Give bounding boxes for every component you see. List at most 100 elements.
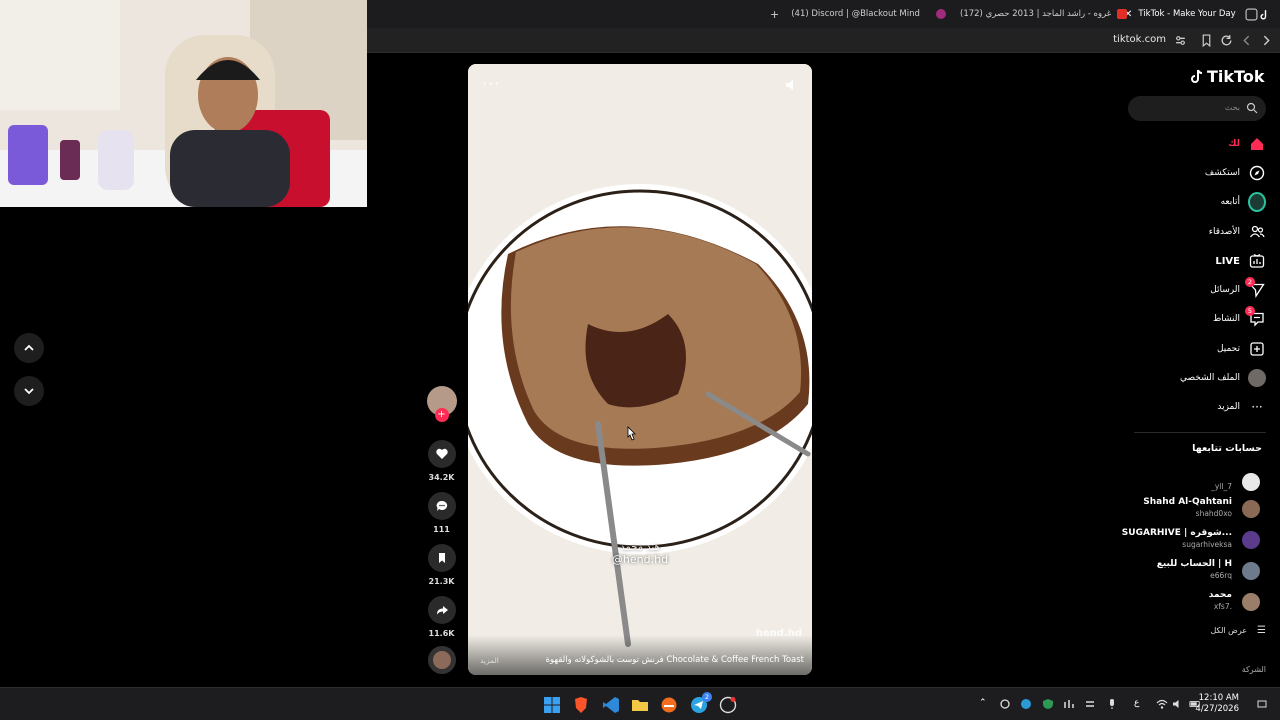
bookmark-save-icon bbox=[438, 553, 445, 563]
like-action[interactable]: 34.2K bbox=[425, 440, 458, 482]
tab-tiktok[interactable]: ✕ TikTok - Make Your Day bbox=[1124, 4, 1236, 24]
sidebar-item-activity[interactable]: النشاط 5 bbox=[1120, 306, 1266, 330]
sidebar-item-for-you[interactable]: لك bbox=[1120, 133, 1266, 155]
brave-browser-icon[interactable] bbox=[572, 696, 590, 714]
comment-icon bbox=[436, 500, 447, 511]
tab-discord[interactable]: + (41) Discord | @Blackout Mind bbox=[770, 4, 920, 24]
youtube-favicon-icon bbox=[1117, 9, 1128, 19]
sidebar-item-upload[interactable]: تحميل bbox=[1120, 338, 1266, 360]
company-link[interactable]: الشركة bbox=[1242, 665, 1266, 674]
sidebar-item-following[interactable]: أتابعه bbox=[1120, 191, 1266, 213]
sidebar-divider bbox=[1134, 432, 1266, 433]
sidebar-item-friends[interactable]: الأصدقاء bbox=[1120, 221, 1266, 243]
following-avatar-icon bbox=[1248, 192, 1266, 212]
live-icon bbox=[1249, 253, 1265, 268]
defender-icon[interactable] bbox=[1042, 698, 1054, 710]
sidebar-item-explore[interactable]: استكشف bbox=[1120, 162, 1266, 184]
account-avatar bbox=[1242, 473, 1260, 491]
home-icon bbox=[1251, 138, 1263, 150]
tab-youtube[interactable]: (172) غروه - راشد الماجد | 2013 حصري bbox=[936, 4, 1128, 24]
tiktok-note-icon bbox=[1191, 69, 1203, 83]
account-avatar bbox=[1242, 562, 1260, 580]
followed-account-1[interactable]: _yll_7 bbox=[1110, 469, 1260, 495]
activity-badge: 5 bbox=[1245, 306, 1255, 316]
follow-plus-icon[interactable]: + bbox=[434, 408, 449, 422]
vscode-icon[interactable] bbox=[602, 696, 620, 714]
tab-favicon-icon bbox=[936, 9, 946, 19]
account-avatar bbox=[1242, 531, 1260, 549]
wifi-icon[interactable] bbox=[1156, 698, 1168, 710]
webcam-overlay bbox=[0, 0, 367, 207]
followed-account-2[interactable]: Shahd Al-Qahtani shahd0xo bbox=[1110, 496, 1260, 522]
site-settings-icon[interactable] bbox=[1174, 34, 1187, 47]
next-video-button[interactable] bbox=[14, 376, 44, 406]
share-action[interactable]: 11.6K bbox=[425, 596, 458, 638]
chevron-down-icon bbox=[24, 388, 34, 395]
video-player[interactable]: ··· هند محمد @hend.hd hend.hd فرنش توست … bbox=[468, 64, 812, 675]
tiktok-favicon-icon bbox=[1260, 10, 1267, 20]
profile-avatar-icon bbox=[1248, 369, 1266, 387]
previous-video-button[interactable] bbox=[14, 333, 44, 363]
microphone-icon[interactable] bbox=[1106, 698, 1118, 710]
video-frame-image bbox=[468, 64, 812, 675]
tiktok-logo[interactable]: TikTok bbox=[1190, 67, 1264, 86]
tray-settings-icon[interactable] bbox=[1084, 698, 1096, 710]
system-clock[interactable]: 12:10 AM 4/27/2026 bbox=[1195, 693, 1239, 715]
tray-app-icon[interactable] bbox=[999, 698, 1011, 710]
bookmark-icon[interactable] bbox=[1200, 34, 1213, 47]
followed-account-5[interactable]: محمد xfs7. bbox=[1110, 589, 1260, 615]
edge-icon[interactable] bbox=[1020, 698, 1032, 710]
search-input[interactable]: بحث bbox=[1128, 96, 1266, 121]
windows-start-icon[interactable] bbox=[543, 696, 561, 714]
tray-overflow-icon[interactable]: ⌃ bbox=[979, 698, 991, 710]
back-icon[interactable] bbox=[1240, 34, 1253, 47]
caption-more-link[interactable]: المزيد bbox=[480, 656, 499, 665]
followed-account-3[interactable]: SUGARHIVE | شوقره... sugarhiveksa bbox=[1110, 527, 1260, 553]
new-tab-plus-icon[interactable]: + bbox=[770, 8, 779, 21]
chevron-up-icon bbox=[24, 344, 34, 351]
sidebar-item-profile[interactable]: الملف الشخصي bbox=[1120, 367, 1266, 389]
heart-icon bbox=[435, 448, 448, 459]
share-icon bbox=[436, 606, 448, 615]
input-language[interactable]: ع bbox=[1134, 698, 1139, 708]
music-disc-button[interactable] bbox=[425, 646, 458, 674]
upload-icon bbox=[1250, 342, 1264, 356]
messages-badge: 2 bbox=[1245, 277, 1255, 287]
sidebar-item-messages[interactable]: الرسائل 2 bbox=[1120, 277, 1266, 301]
search-icon[interactable] bbox=[1246, 102, 1258, 114]
notifications-icon[interactable] bbox=[1256, 698, 1268, 710]
windows-taskbar: 2 ⌃ ع 12:10 AM 4/27/2026 bbox=[0, 687, 1280, 720]
tray-chart-icon[interactable] bbox=[1063, 698, 1075, 710]
forward-icon[interactable] bbox=[1260, 34, 1273, 47]
see-all-link[interactable]: عرض الكل ☰ bbox=[1210, 625, 1266, 636]
url-text[interactable]: tiktok.com bbox=[1113, 34, 1166, 45]
app-orange-icon[interactable] bbox=[660, 696, 678, 714]
more-dots-icon: ··· bbox=[1251, 400, 1263, 414]
comment-action[interactable]: 111 bbox=[425, 492, 458, 534]
account-avatar bbox=[1242, 593, 1260, 611]
search-placeholder: بحث bbox=[1224, 103, 1240, 112]
creator-avatar-button[interactable]: + bbox=[425, 386, 458, 422]
followed-account-4[interactable]: الحساب للبيع | H e66rq bbox=[1110, 558, 1260, 584]
sidebar-item-more[interactable]: المزيد ··· bbox=[1120, 396, 1266, 418]
reload-icon[interactable] bbox=[1220, 34, 1233, 47]
telegram-badge: 2 bbox=[702, 692, 712, 702]
mouse-cursor-icon bbox=[627, 426, 636, 441]
video-caption-bar: فرنش توست بالشوكولاته والقهوة Chocolate … bbox=[468, 635, 812, 675]
speaker-icon[interactable] bbox=[1172, 698, 1184, 710]
friends-icon bbox=[1249, 225, 1265, 238]
extensions-icon[interactable] bbox=[1245, 8, 1258, 21]
following-accounts-title: حسابات تتابعها bbox=[1192, 443, 1262, 454]
account-avatar bbox=[1242, 500, 1260, 518]
sidebar-item-live[interactable]: LIVE bbox=[1120, 250, 1266, 272]
volume-icon[interactable] bbox=[784, 78, 798, 92]
share-count: 11.6K bbox=[428, 629, 455, 638]
video-username-overlay: هند محمد @hend.hd bbox=[611, 542, 669, 566]
github-icon[interactable] bbox=[719, 696, 737, 714]
save-action[interactable]: 21.3K bbox=[425, 544, 458, 586]
music-disc-icon bbox=[427, 646, 456, 674]
compass-icon bbox=[1249, 165, 1265, 181]
file-explorer-icon[interactable] bbox=[631, 696, 649, 714]
comment-count: 111 bbox=[433, 525, 450, 534]
video-options-icon[interactable]: ··· bbox=[482, 74, 500, 93]
